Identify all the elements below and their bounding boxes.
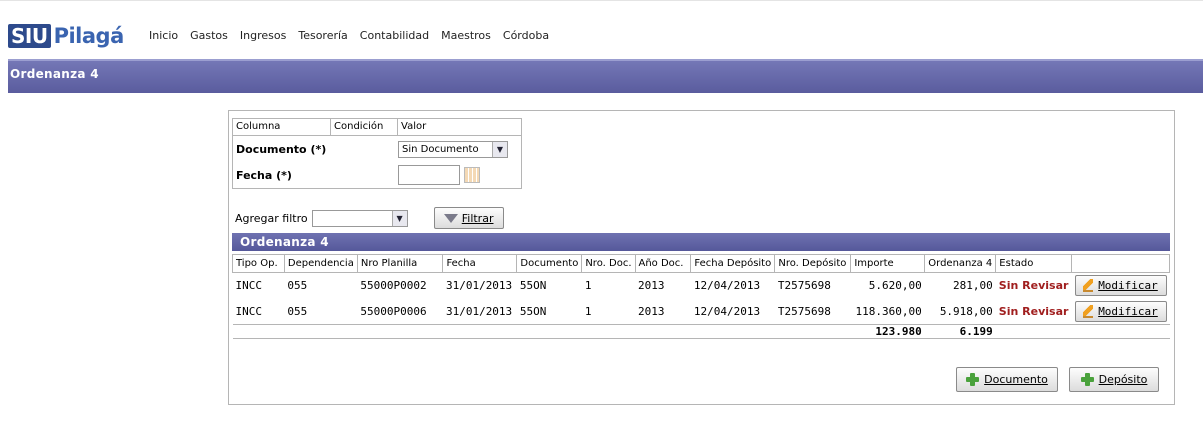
cell-importe: 5.620,00 xyxy=(868,279,922,293)
col-nro-deposito[interactable]: Nro. Depósito xyxy=(774,254,852,273)
calendar-icon[interactable] xyxy=(464,167,480,183)
plus-icon xyxy=(966,373,980,386)
documento-label: Documento (*) xyxy=(236,142,327,156)
cell-action: Modificar xyxy=(1072,273,1170,299)
cell-tipo: INCC xyxy=(235,304,263,318)
filter-box: Columna Condición Valor Documento (*) Si… xyxy=(232,118,522,189)
results-table: Tipo Op. Dependencia Nro Planilla Fecha … xyxy=(232,254,1170,339)
agregar-filtro-select[interactable]: ▼ xyxy=(311,209,408,227)
cell-documento: 55ON xyxy=(519,304,547,318)
col-fecha-deposito[interactable]: Fecha Depósito xyxy=(690,254,776,273)
col-action xyxy=(1071,254,1170,273)
cell-estado: Sin Revisar xyxy=(998,279,1069,293)
table-row: INCC 055 55000P0002 31/01/2013 55ON 1 20… xyxy=(233,273,1170,299)
pencil-icon xyxy=(1083,279,1094,293)
modificar-label: Modificar xyxy=(1098,279,1158,293)
total-ordenanza: 6.199 xyxy=(924,324,996,339)
cell-nro-deposito: T2575698 xyxy=(777,304,831,318)
filter-row-documento: Documento (*) Sin Documento ▼ xyxy=(233,136,521,162)
menu-item-cordoba[interactable]: Córdoba xyxy=(503,29,549,42)
table-row: INCC 055 55000P0006 31/01/2013 55ON 1 20… xyxy=(233,299,1170,325)
filtrar-label: Filtrar xyxy=(461,211,494,225)
logo-name: Pilagá xyxy=(53,24,125,48)
pencil-icon xyxy=(1083,304,1094,318)
filter-funnel-icon xyxy=(443,213,458,223)
main-menu: Inicio Gastos Ingresos Tesorería Contabi… xyxy=(149,29,561,42)
menu-item-contabilidad[interactable]: Contabilidad xyxy=(360,29,429,42)
col-nro-doc[interactable]: Nro. Doc. xyxy=(581,254,636,273)
col-nro-planilla[interactable]: Nro Planilla xyxy=(356,254,444,273)
col-estado[interactable]: Estado xyxy=(995,254,1072,273)
menu-item-maestros[interactable]: Maestros xyxy=(441,29,491,42)
cell-anio: 2013 xyxy=(638,279,665,293)
documento-button-label: Documento xyxy=(984,373,1048,386)
modificar-label: Modificar xyxy=(1098,304,1158,318)
add-deposito-button[interactable]: Depósito xyxy=(1069,367,1159,392)
totals-row: 123.980 6.199 xyxy=(232,324,1170,339)
col-anio-doc[interactable]: Año Doc. xyxy=(634,254,692,273)
deposito-button-label: Depósito xyxy=(1098,373,1148,386)
cell-dependencia: 055 xyxy=(287,279,308,293)
chevron-down-icon[interactable]: ▼ xyxy=(391,210,407,226)
menu-item-inicio[interactable]: Inicio xyxy=(149,29,178,42)
filter-row-fecha: Fecha (*) xyxy=(233,162,521,188)
logo-siu: SIU xyxy=(8,24,51,48)
menu-item-tesoreria[interactable]: Tesorería xyxy=(298,29,347,42)
cell-ordenanza: 281,00 xyxy=(953,279,993,293)
cell-nro-doc: 1 xyxy=(584,304,592,318)
documento-select[interactable]: Sin Documento ▼ xyxy=(398,140,508,158)
filter-header-columna: Columna xyxy=(233,119,331,135)
filter-header-condicion: Condición xyxy=(331,119,398,135)
fecha-input[interactable] xyxy=(398,165,460,185)
chevron-down-icon[interactable]: ▼ xyxy=(492,141,507,157)
cell-ordenanza: 5.918,00 xyxy=(939,304,993,318)
cell-nro-doc: 1 xyxy=(584,279,592,293)
add-documento-button[interactable]: Documento xyxy=(956,367,1058,392)
cell-planilla: 55000P0006 xyxy=(360,304,427,318)
col-dependencia[interactable]: Dependencia xyxy=(283,254,358,273)
modificar-button[interactable]: Modificar xyxy=(1074,300,1167,322)
page-title: Ordenanza 4 xyxy=(10,67,99,81)
grid-title: Ordenanza 4 xyxy=(232,233,1170,251)
add-filter-row: Agregar filtro ▼ Filtrar xyxy=(235,207,504,229)
col-tipo-op[interactable]: Tipo Op. xyxy=(232,254,285,273)
cell-nro-deposito: T2575698 xyxy=(777,279,831,293)
modificar-button[interactable]: Modificar xyxy=(1074,275,1167,297)
documento-select-value: Sin Documento xyxy=(402,143,479,155)
filter-header-valor: Valor xyxy=(401,121,427,132)
plus-icon xyxy=(1080,373,1094,386)
col-ordenanza[interactable]: Ordenanza 4 xyxy=(924,254,997,273)
menu-item-gastos[interactable]: Gastos xyxy=(190,29,228,42)
cell-planilla: 55000P0002 xyxy=(360,279,427,293)
cell-action: Modificar xyxy=(1072,299,1170,325)
cell-fecha: 31/01/2013 xyxy=(445,304,513,318)
cell-fecha-deposito: 12/04/2013 xyxy=(693,279,761,293)
cell-importe: 118.360,00 xyxy=(855,304,922,318)
cell-anio: 2013 xyxy=(638,304,665,318)
filtrar-button[interactable]: Filtrar xyxy=(433,207,504,229)
menu-item-ingresos[interactable]: Ingresos xyxy=(240,29,286,42)
cell-dependencia: 055 xyxy=(287,304,308,318)
total-importe: 123.980 xyxy=(850,324,925,339)
cell-fecha: 31/01/2013 xyxy=(445,279,513,293)
main-panel: Columna Condición Valor Documento (*) Si… xyxy=(228,110,1175,405)
col-importe[interactable]: Importe xyxy=(850,254,926,273)
filter-header: Columna Condición Valor xyxy=(233,119,521,136)
cell-fecha-deposito: 12/04/2013 xyxy=(693,304,761,318)
top-bar: SIU Pilagá Inicio Gastos Ingresos Tesore… xyxy=(0,0,1203,50)
cell-documento: 55ON xyxy=(519,279,547,293)
fecha-label: Fecha (*) xyxy=(236,168,292,182)
cell-estado: Sin Revisar xyxy=(998,304,1069,318)
table-header-row: Tipo Op. Dependencia Nro Planilla Fecha … xyxy=(232,254,1170,273)
agregar-filtro-label: Agregar filtro xyxy=(235,211,308,225)
app-logo[interactable]: SIU Pilagá xyxy=(8,23,124,49)
cell-tipo: INCC xyxy=(235,279,263,293)
page-title-bar: Ordenanza 4 xyxy=(8,59,1203,93)
col-fecha[interactable]: Fecha xyxy=(442,254,518,273)
col-documento[interactable]: Documento xyxy=(516,254,583,273)
